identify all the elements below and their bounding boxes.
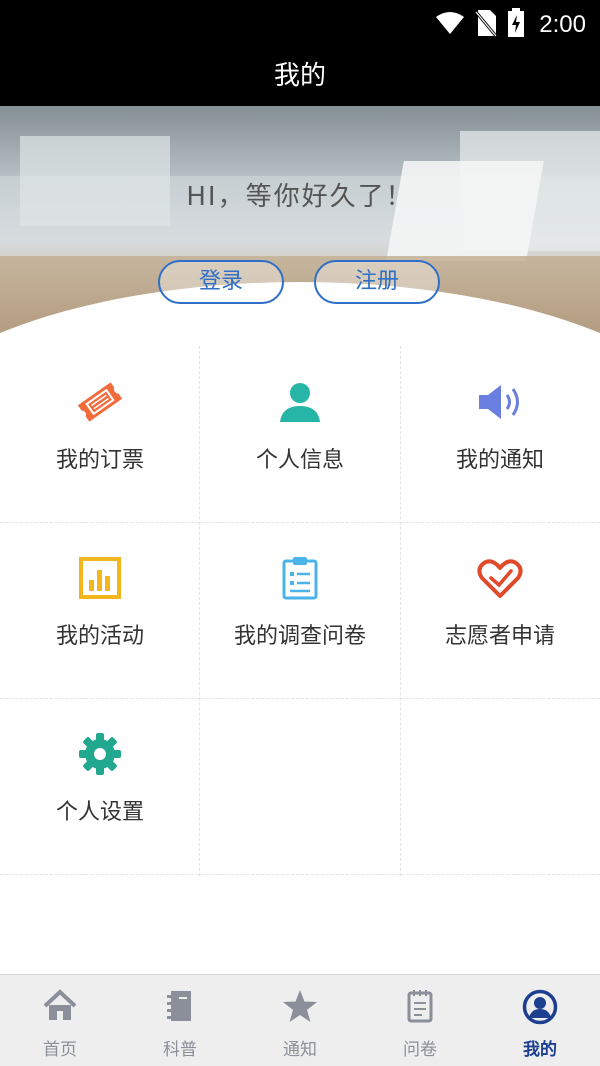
menu-item-activities[interactable]: 我的活动 [0,522,200,698]
menu-item-volunteer[interactable]: 志愿者申请 [400,522,600,698]
bottom-tab-bar: 首页 科普 通知 问卷 我的 [0,974,600,1066]
star-icon [240,989,360,1025]
menu-item-personal-info[interactable]: 个人信息 [200,346,400,522]
register-button[interactable]: 注册 [314,260,440,304]
person-icon [200,380,400,424]
menu-item-label: 个人信息 [255,448,344,473]
ticket-icon [0,380,200,424]
tab-label: 问卷 [403,1040,437,1060]
status-time: 2:00 [539,11,586,38]
menu-item-label: 我的调查问卷 [233,624,366,649]
menu-item-surveys[interactable]: 我的调查问卷 [200,522,400,698]
heart-hand-icon [400,556,600,600]
grid-divider [0,874,600,875]
tab-label: 首页 [43,1040,77,1060]
clipboard-icon [200,556,400,600]
user-circle-icon [480,989,600,1025]
menu-item-label: 志愿者申请 [444,624,555,649]
bar-chart-icon [0,556,200,600]
tab-notice[interactable]: 通知 [240,975,360,1066]
greeting-text: HI，等你好久了！ [186,182,414,212]
menu-item-label: 我的通知 [455,448,544,473]
profile-hero-banner: HI，等你好久了！ 登录 注册 [0,106,600,350]
no-sim-icon [475,9,498,41]
menu-item-label: 我的活动 [55,624,144,649]
tab-mine[interactable]: 我的 [480,975,600,1066]
menu-item-notifications[interactable]: 我的通知 [400,346,600,522]
status-bar: 2:00 [0,0,600,46]
home-icon [0,989,120,1025]
menu-item-tickets[interactable]: 我的订票 [0,346,200,522]
speaker-icon [400,380,600,424]
menu-item-settings[interactable]: 个人设置 [0,698,200,874]
wifi-icon [435,11,465,39]
tab-label: 科普 [163,1040,197,1060]
page-title: 我的 [0,46,600,106]
document-icon [360,989,480,1025]
menu-item-label: 我的订票 [55,448,144,473]
status-icons: 2:00 [435,8,586,42]
tab-label: 我的 [523,1040,557,1060]
notebook-icon [120,989,240,1025]
tab-home[interactable]: 首页 [0,975,120,1066]
menu-item-label: 个人设置 [55,800,144,825]
tab-survey[interactable]: 问卷 [360,975,480,1066]
login-button[interactable]: 登录 [158,260,284,304]
tab-label: 通知 [283,1040,317,1060]
battery-charging-icon [507,8,525,42]
tab-science[interactable]: 科普 [120,975,240,1066]
gear-icon [0,732,200,776]
